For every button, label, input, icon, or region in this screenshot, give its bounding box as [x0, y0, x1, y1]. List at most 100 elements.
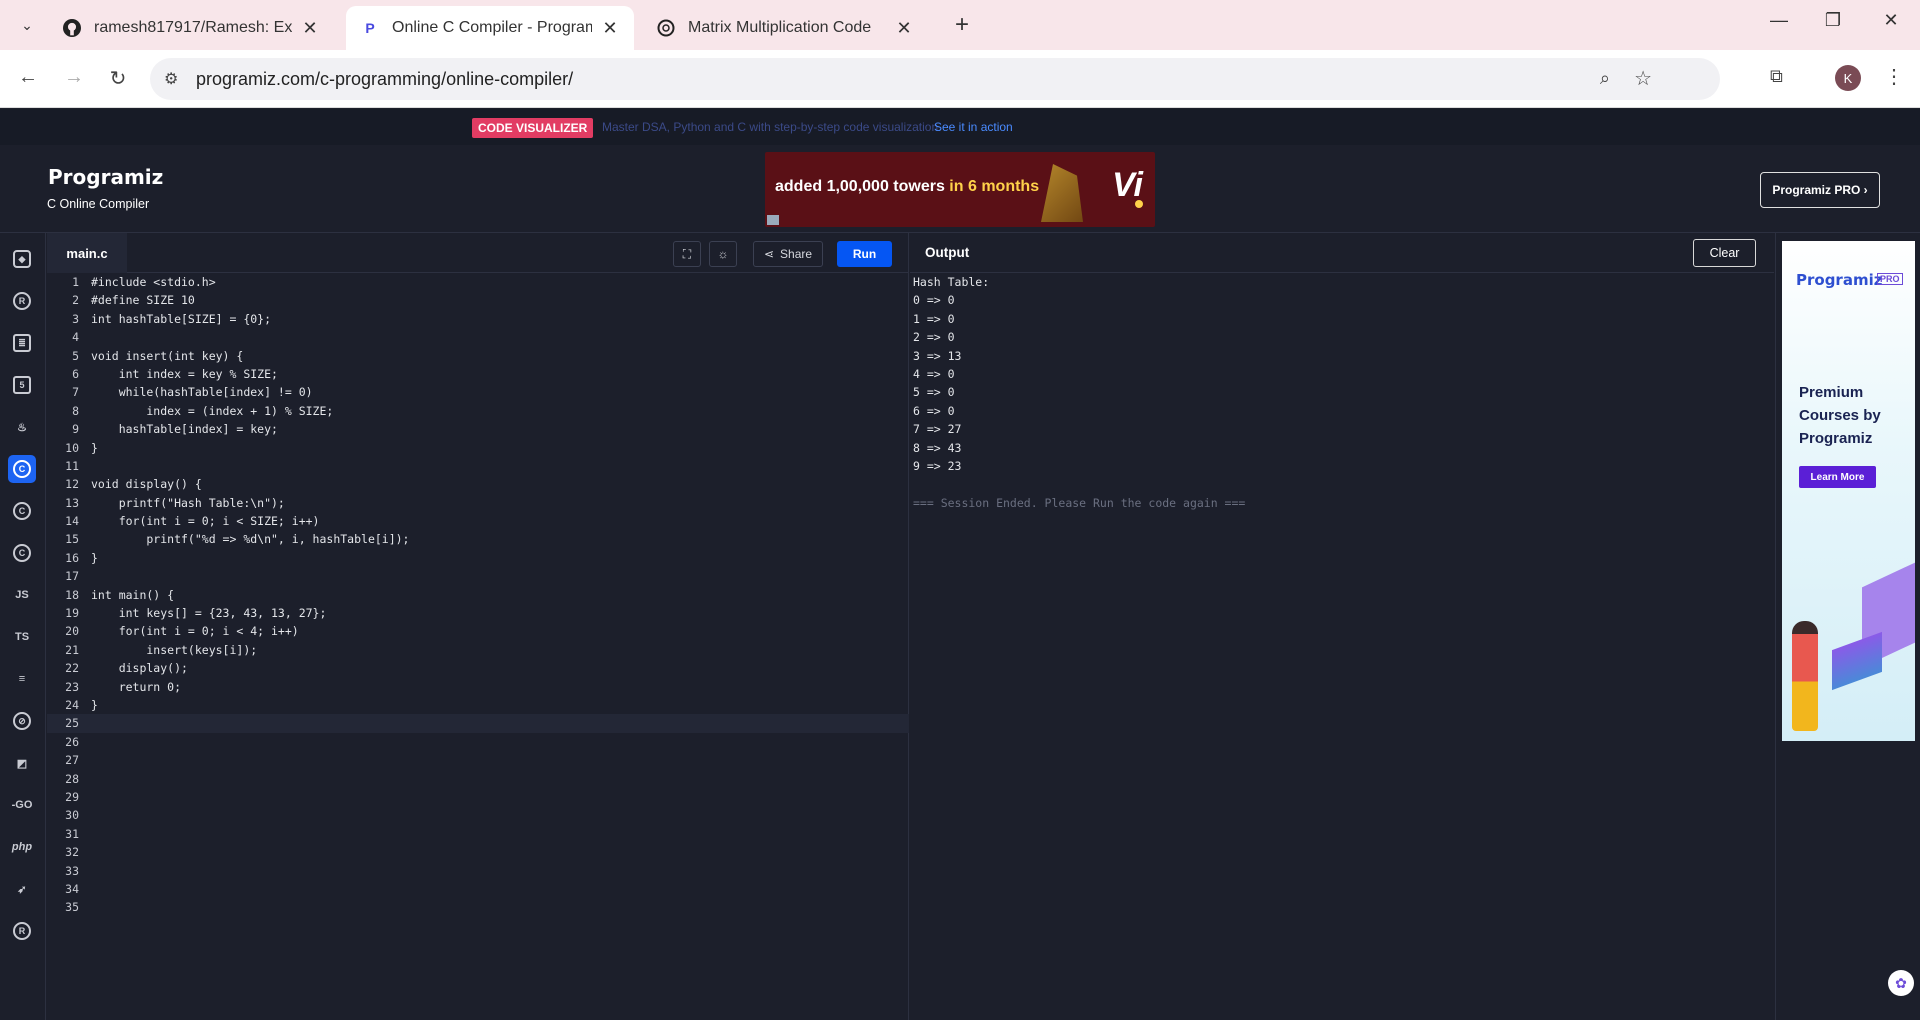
browser-tab-github[interactable]: ramesh817917/Ramesh: Experin ✕ [48, 6, 334, 50]
side-ad[interactable]: Programiz PRO Premium Courses by Program… [1782, 241, 1915, 741]
code-line[interactable]: 14 for(int i = 0; i < SIZE; i++) [47, 512, 909, 530]
output-line: 3 => 13 [913, 348, 962, 363]
lang-python-icon[interactable]: ◆ [8, 245, 36, 273]
share-button[interactable]: ⋖ Share [753, 241, 823, 267]
lang-javascript-icon[interactable]: JS [8, 581, 36, 609]
assistant-bubble-icon[interactable]: ✿ [1888, 970, 1914, 996]
code-line[interactable]: 19 int keys[] = {23, 43, 13, 27}; [47, 604, 909, 622]
tab-search-icon[interactable]: ⌄ [14, 12, 40, 38]
lang-r-icon[interactable]: R [8, 287, 36, 315]
minimize-icon[interactable]: — [1764, 10, 1794, 31]
lang-java-icon[interactable]: ♨ [8, 413, 36, 441]
lang-rust-gear-icon[interactable]: R [8, 917, 36, 945]
extensions-icon[interactable]: ⧉ [1770, 66, 1783, 87]
forward-icon[interactable]: → [60, 66, 88, 89]
code-line[interactable]: 3 int hashTable[SIZE] = {0}; [47, 310, 909, 328]
code-line[interactable]: 30 [47, 806, 909, 824]
code-line[interactable]: 10} [47, 439, 909, 457]
lang-php-icon[interactable]: php [8, 833, 36, 861]
code-line[interactable]: 22 display(); [47, 659, 909, 677]
code-line[interactable]: 15 printf("%d => %d\n", i, hashTable[i])… [47, 530, 909, 548]
lang-rust-icon[interactable]: ⊘ [8, 707, 36, 735]
code-line[interactable]: 26 [47, 733, 909, 751]
line-number: 15 [65, 532, 79, 547]
code-area[interactable]: 1 #include <stdio.h> 2 #define SIZE 10 3 int … [47, 273, 909, 917]
url-bar[interactable]: ⚙ programiz.com/c-programming/online-com… [150, 58, 1720, 100]
code-line[interactable]: 9 hashTable[index] = key; [47, 420, 909, 438]
code-line[interactable]: 35 [47, 898, 909, 916]
zoom-icon[interactable]: ⌕ [1600, 68, 1610, 89]
reload-icon[interactable]: ↻ [104, 66, 132, 91]
code-line[interactable]: 4 [47, 328, 909, 346]
code-line[interactable]: 11 [47, 457, 909, 475]
code-line[interactable]: 20 for(int i = 0; i < 4; i++) [47, 622, 909, 640]
code-line[interactable]: 29 [47, 788, 909, 806]
code-line[interactable]: 23 return 0; [47, 678, 909, 696]
output-line: 4 => 0 [913, 366, 955, 381]
programiz-pro-button[interactable]: Programiz PRO › [1760, 172, 1880, 208]
code-line[interactable]: 18 int main() { [47, 586, 909, 604]
line-number: 12 [65, 477, 79, 492]
browser-tab-chatgpt[interactable]: Matrix Multiplication Code ✕ [642, 6, 928, 50]
profile-avatar[interactable]: K [1835, 65, 1861, 91]
code-line[interactable]: 25 [47, 714, 909, 733]
lang-html-icon[interactable]: 5 [8, 371, 36, 399]
url-text[interactable]: programiz.com/c-programming/online-compi… [196, 69, 573, 90]
run-button[interactable]: Run [837, 241, 892, 267]
site-info-icon[interactable]: ⚙ [164, 69, 178, 89]
programiz-logo[interactable]: Programiz [48, 165, 163, 189]
output-panel: Output Clear Hash Table: 0 => 0 1 => 0 2 =>… [910, 233, 1774, 1020]
top-ad-banner[interactable]: added 1,00,000 towers in 6 months Vi [765, 152, 1155, 227]
promo-link[interactable]: See it in action [934, 120, 1013, 134]
code-line[interactable]: 28 [47, 770, 909, 788]
clear-button[interactable]: Clear [1693, 239, 1756, 267]
code-line[interactable]: 34 [47, 880, 909, 898]
code-line[interactable]: 31 [47, 825, 909, 843]
code-line[interactable]: 5 void insert(int key) { [47, 347, 909, 365]
lang-go-icon[interactable]: -GO [8, 791, 36, 819]
code-line[interactable]: 1 #include <stdio.h> [47, 273, 909, 291]
output-line: 0 => 0 [913, 293, 955, 308]
close-tab-icon[interactable]: ✕ [300, 18, 320, 39]
ad-info-icon[interactable] [767, 215, 779, 225]
ad-illustration-person [1792, 621, 1818, 731]
code-line[interactable]: 2 #define SIZE 10 [47, 291, 909, 309]
code-line[interactable]: 27 [47, 751, 909, 769]
restore-icon[interactable]: ❐ [1818, 10, 1848, 31]
lang-sql-icon[interactable]: ≣ [8, 329, 36, 357]
code-line[interactable]: 33 [47, 862, 909, 880]
output-line: 6 => 0 [913, 403, 955, 418]
theme-toggle-icon[interactable]: ☼ [709, 241, 737, 267]
new-tab-icon[interactable]: + [950, 12, 974, 38]
lang-stack-icon[interactable]: ≡ [8, 665, 36, 693]
fullscreen-icon[interactable]: ⛶ [673, 241, 701, 267]
code-line[interactable]: 13 printf("Hash Table:\n"); [47, 494, 909, 512]
file-tab-main-c[interactable]: main.c [47, 233, 127, 273]
lang-typescript-icon[interactable]: TS [8, 623, 36, 651]
code-line[interactable]: 32 [47, 843, 909, 861]
close-tab-icon[interactable]: ✕ [600, 18, 620, 39]
code-line[interactable]: 21 insert(keys[i]); [47, 641, 909, 659]
code-line[interactable]: 8 index = (index + 1) % SIZE; [47, 402, 909, 420]
learn-more-button[interactable]: Learn More [1799, 466, 1876, 488]
code-line[interactable]: 17 [47, 567, 909, 585]
back-icon[interactable]: ← [14, 66, 42, 89]
code-line[interactable]: 7 while(hashTable[index] != 0) [47, 383, 909, 401]
browser-menu-icon[interactable]: ⋮ [1884, 64, 1904, 89]
line-number: 2 [72, 293, 79, 308]
lang-swift-icon[interactable]: ➶ [8, 875, 36, 903]
code-visualizer-badge[interactable]: CODE VISUALIZER [472, 118, 594, 138]
lang-cpp-icon[interactable]: C [8, 497, 36, 525]
code-line[interactable]: 24} [47, 696, 909, 714]
output-console[interactable]: Hash Table: 0 => 0 1 => 0 2 => 0 3 => 13 4 =>… [913, 273, 1245, 512]
lang-c-icon[interactable]: C [8, 455, 36, 483]
close-window-icon[interactable]: ✕ [1876, 10, 1906, 31]
code-line[interactable]: 6 int index = key % SIZE; [47, 365, 909, 383]
bookmark-star-icon[interactable]: ☆ [1634, 66, 1652, 91]
lang-kotlin-icon[interactable]: ◩ [8, 749, 36, 777]
browser-tab-programiz[interactable]: P Online C Compiler - Programiz ✕ [346, 6, 634, 50]
code-line[interactable]: 16} [47, 549, 909, 567]
close-tab-icon[interactable]: ✕ [894, 18, 914, 39]
lang-csharp-icon[interactable]: C [8, 539, 36, 567]
code-line[interactable]: 12 void display() { [47, 475, 909, 493]
